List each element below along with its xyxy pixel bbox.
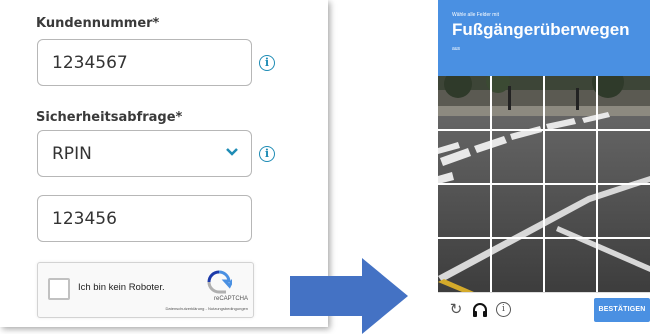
recaptcha-label: Ich bin kein Roboter. xyxy=(78,282,165,293)
grid-divider xyxy=(438,183,650,185)
recaptcha-brand: reCAPTCHA xyxy=(213,296,248,302)
security-question-select[interactable]: RPIN xyxy=(37,130,252,177)
security-question-label: Sicherheitsabfrage* xyxy=(36,110,183,125)
recaptcha-checkbox[interactable] xyxy=(48,278,70,300)
captcha-image-grid[interactable] xyxy=(438,76,650,292)
image-captcha-panel: Wähle alle Felder mit Fußgängerüberwegen… xyxy=(438,0,650,328)
arrow-right-icon xyxy=(290,258,408,334)
customer-number-input[interactable]: 1234567 xyxy=(37,39,252,86)
grid-divider xyxy=(438,237,650,239)
captcha-sub: aus xyxy=(452,46,461,52)
captcha-header: Wähle alle Felder mit Fußgängerüberwegen… xyxy=(438,0,650,76)
reload-icon[interactable]: ↻ xyxy=(448,302,464,318)
recaptcha-logo-icon xyxy=(207,270,232,294)
info-icon[interactable]: i xyxy=(259,55,275,71)
captcha-instruction: Wähle alle Felder mit xyxy=(452,12,499,18)
chevron-down-icon xyxy=(226,148,238,156)
captcha-footer: ↻ i BESTÄTIGEN xyxy=(438,292,650,328)
grid-divider xyxy=(438,129,650,131)
captcha-target: Fußgängerüberwegen xyxy=(452,20,630,39)
verify-button[interactable]: BESTÄTIGEN xyxy=(594,298,650,322)
security-answer-input[interactable]: 123456 xyxy=(37,195,252,242)
customer-number-label: Kundennummer* xyxy=(36,16,160,31)
security-answer-value: 123456 xyxy=(52,209,117,229)
customer-number-value: 1234567 xyxy=(52,53,128,73)
headphones-icon[interactable] xyxy=(472,302,488,318)
login-form-panel: Kundennummer* 1234567 i Sicherheitsabfra… xyxy=(0,0,328,327)
info-icon[interactable]: i xyxy=(496,302,511,317)
security-select-value: RPIN xyxy=(52,144,92,164)
recaptcha-links[interactable]: Datenschutzerklärung - Nutzungsbedingung… xyxy=(166,306,249,311)
info-icon[interactable]: i xyxy=(259,146,275,162)
recaptcha-widget: Ich bin kein Roboter. reCAPTCHA Datensch… xyxy=(37,262,254,318)
